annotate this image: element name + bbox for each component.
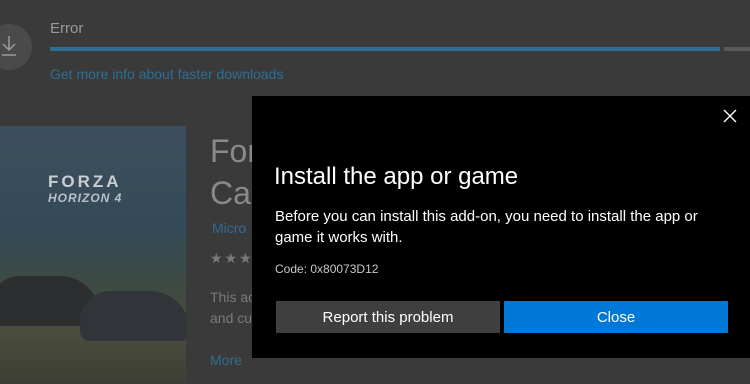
product-description: This ac and cu <box>210 289 256 326</box>
product-title: For Ca <box>210 133 258 211</box>
dialog-title: Install the app or game <box>274 163 519 190</box>
more-link[interactable]: More <box>210 352 242 368</box>
download-status-label: Error <box>50 20 84 37</box>
install-dialog: Install the app or game Before you can i… <box>252 96 750 358</box>
close-button[interactable]: Close <box>504 301 728 333</box>
rating-stars: ★★★ <box>210 250 254 266</box>
dialog-close-button[interactable] <box>716 102 744 130</box>
download-progress-remaining <box>724 47 750 51</box>
product-image: FORZA HORIZON 4 <box>0 126 186 384</box>
close-icon <box>723 109 737 123</box>
car-graphic <box>80 291 186 341</box>
report-problem-button[interactable]: Report this problem <box>276 301 500 333</box>
download-progress-bar <box>50 47 720 51</box>
error-code: Code: 0x80073D12 <box>275 262 379 276</box>
product-logo: FORZA HORIZON 4 <box>48 172 123 205</box>
download-button[interactable] <box>0 24 32 70</box>
publisher-link[interactable]: Micro <box>212 220 246 236</box>
dialog-message: Before you can install this add-on, you … <box>275 208 698 246</box>
download-arrow-icon <box>2 36 16 56</box>
faster-downloads-link[interactable]: Get more info about faster downloads <box>50 66 283 82</box>
